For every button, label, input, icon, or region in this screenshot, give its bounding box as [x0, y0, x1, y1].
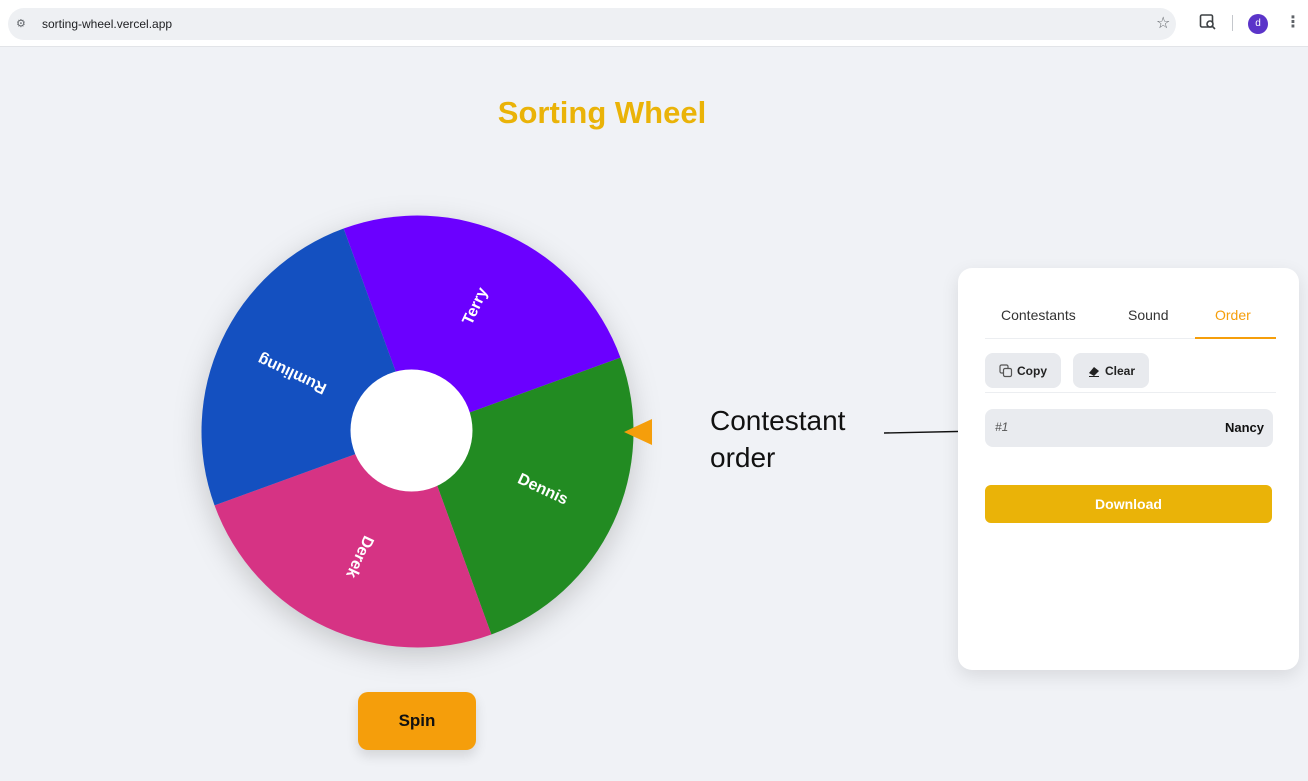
order-rank: #1 [995, 420, 1009, 434]
clear-button[interactable]: Clear [1073, 353, 1149, 388]
annotation-label: Contestant order [710, 402, 890, 476]
annotation-line-2: order [710, 442, 776, 473]
copy-button[interactable]: Copy [985, 353, 1061, 388]
url-text[interactable]: sorting-wheel.vercel.app [42, 16, 172, 32]
order-list-item: #1 Nancy [985, 409, 1273, 447]
actions-divider [985, 392, 1276, 393]
active-tab-indicator [1195, 337, 1276, 339]
copy-button-label: Copy [1017, 363, 1047, 378]
copy-icon [999, 363, 1013, 377]
wheel-hub [350, 369, 473, 492]
profile-avatar[interactable]: d [1248, 14, 1268, 34]
wheel-pointer-icon [624, 419, 652, 445]
address-bar[interactable]: ⚙ sorting-wheel.vercel.app ☆ [8, 8, 1176, 40]
tab-contestants[interactable]: Contestants [1001, 306, 1076, 324]
eraser-icon [1088, 366, 1099, 377]
side-panel: Contestants Sound Order Copy Clear #1 Na… [958, 268, 1299, 670]
more-menu-icon[interactable]: ⋮ [1285, 12, 1301, 34]
browser-toolbar: ⚙ sorting-wheel.vercel.app ☆ d ⋮ [0, 0, 1308, 47]
toolbar-divider [1232, 15, 1233, 31]
wheel-graphic[interactable]: TerryDennisDerekRumliung [200, 214, 635, 649]
tab-order[interactable]: Order [1215, 306, 1251, 324]
bookmark-star-icon[interactable]: ☆ [1156, 14, 1170, 34]
sorting-wheel[interactable]: Terry Dennis Derek Rumliung [200, 214, 635, 649]
annotation-line-1: Contestant [710, 405, 846, 436]
site-settings-icon[interactable]: ⚙ [16, 17, 32, 31]
page-title: Sorting Wheel [497, 95, 707, 130]
spin-button[interactable]: Spin [358, 692, 476, 750]
clear-button-label: Clear [1104, 363, 1136, 378]
order-name: Nancy [1224, 420, 1264, 435]
lens-icon[interactable] [1199, 13, 1217, 31]
download-button[interactable]: Download [985, 485, 1272, 523]
tab-sound[interactable]: Sound [1128, 306, 1168, 324]
